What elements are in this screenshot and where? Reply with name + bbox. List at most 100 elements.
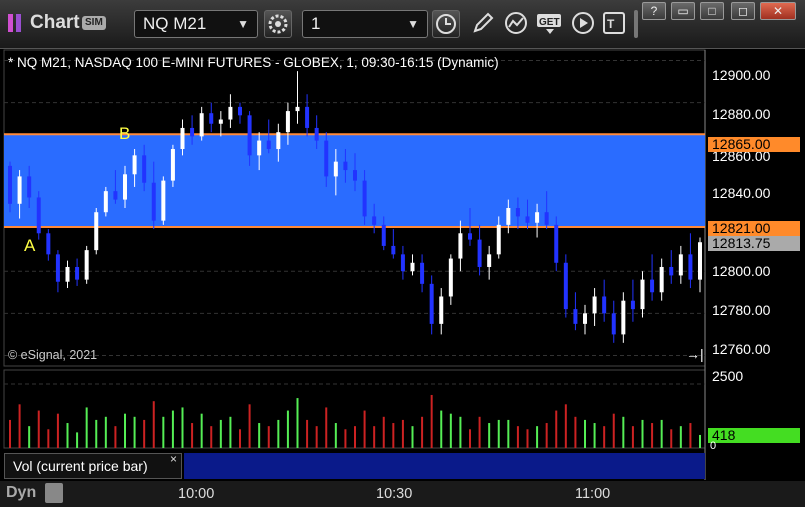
volume-bar [516, 426, 519, 448]
volume-bar [497, 419, 500, 448]
candle-body [487, 254, 492, 267]
marker-b: B [119, 124, 131, 143]
volume-bar [47, 429, 50, 448]
volume-bar [411, 426, 414, 448]
candle-body [132, 155, 137, 175]
candle-body [448, 258, 453, 297]
candle-body [161, 180, 166, 221]
price-tick: 12840.00 [712, 185, 771, 201]
volume-study-label[interactable]: Vol (current price bar) [4, 453, 182, 479]
volume-bar [574, 416, 577, 448]
candle-body [362, 180, 367, 217]
candle-body [55, 254, 60, 282]
copyright: © eSignal, 2021 [8, 348, 98, 362]
volume-bar [28, 426, 31, 448]
candle-body [65, 266, 70, 282]
volume-bar [66, 423, 69, 448]
volume-bar [18, 404, 21, 448]
volume-bar [258, 423, 261, 448]
candle-body [439, 296, 444, 324]
candle-body [554, 224, 559, 263]
volume-bar [219, 419, 222, 448]
volume-bar [631, 426, 634, 448]
volume-bar [334, 423, 337, 448]
volume-bar [699, 434, 701, 448]
volume-bar [670, 429, 673, 448]
volume-bar [382, 416, 385, 448]
candle-body [84, 250, 89, 280]
volume-bar [545, 423, 548, 448]
candle-body [209, 113, 214, 124]
volume-bar [612, 413, 615, 448]
volume-bar [143, 419, 146, 448]
candle-body [27, 176, 32, 198]
candle-body [372, 216, 377, 225]
candle-body [199, 113, 204, 137]
candle-body [525, 216, 530, 223]
candle-body [669, 266, 674, 276]
candle-body [573, 309, 578, 324]
volume-bar [488, 423, 491, 448]
volume-bar [478, 416, 481, 448]
time-tick: 11:00 [575, 486, 611, 502]
volume-bar [229, 416, 232, 448]
candle-body [515, 208, 520, 217]
candle-body [535, 212, 540, 223]
time-tick: 10:30 [376, 486, 413, 502]
volume-bar [95, 419, 98, 448]
candle-body [333, 161, 338, 177]
volume-bar [449, 413, 452, 448]
candle-body [324, 140, 329, 177]
time-tick: 10:00 [178, 486, 215, 502]
dyn-label[interactable]: Dyn [6, 484, 36, 502]
volume-bar [660, 419, 663, 448]
volume-bar [584, 419, 586, 448]
volume-bar [440, 410, 443, 448]
last-price-tag: 12813.75 [708, 236, 800, 251]
candle-body [257, 140, 262, 156]
lock-icon[interactable] [45, 483, 63, 503]
candle-body [420, 262, 425, 284]
price-tick: 12780.00 [712, 302, 771, 318]
volume-bar [85, 407, 88, 448]
candle-body [238, 106, 242, 116]
volume-bar [344, 429, 347, 448]
volume-bar [651, 423, 654, 448]
volume-bar [641, 419, 644, 448]
chart-info-line: * NQ M21, NASDAQ 100 E-MINI FUTURES - GL… [8, 55, 499, 70]
volume-bar [306, 419, 309, 448]
volume-bar [392, 423, 395, 448]
volume-bar [200, 413, 203, 448]
volume-bar [171, 410, 174, 448]
candle-body [314, 127, 319, 141]
volume-bar [555, 410, 558, 448]
candle-body [94, 212, 99, 251]
volume-bar [124, 413, 126, 448]
candle-body [343, 161, 348, 171]
candle-body [228, 106, 233, 120]
candle-body [563, 262, 568, 310]
volume-bar [56, 413, 59, 448]
price-chart[interactable] [0, 0, 805, 507]
candle-body [659, 266, 664, 293]
price-tick: 12880.00 [712, 106, 771, 122]
close-icon[interactable]: × [170, 452, 177, 466]
pane-end-icon[interactable]: →| [686, 346, 704, 362]
candle-body [36, 197, 41, 234]
volume-tag: 418 [708, 428, 800, 443]
candle-body [218, 119, 223, 124]
volume-bar [689, 423, 692, 448]
volume-bar [114, 426, 117, 448]
candle-body [458, 233, 463, 259]
volume-bar [104, 416, 107, 448]
candle-body [698, 242, 702, 280]
volume-bar [191, 423, 194, 448]
candle-body [640, 279, 645, 310]
volume-bar [315, 426, 318, 448]
candle-body [400, 254, 405, 272]
candle-body [602, 296, 607, 314]
volume-bar [133, 416, 136, 448]
candle-body [391, 245, 396, 255]
candle-body [506, 208, 511, 225]
volume-bar [421, 416, 424, 448]
